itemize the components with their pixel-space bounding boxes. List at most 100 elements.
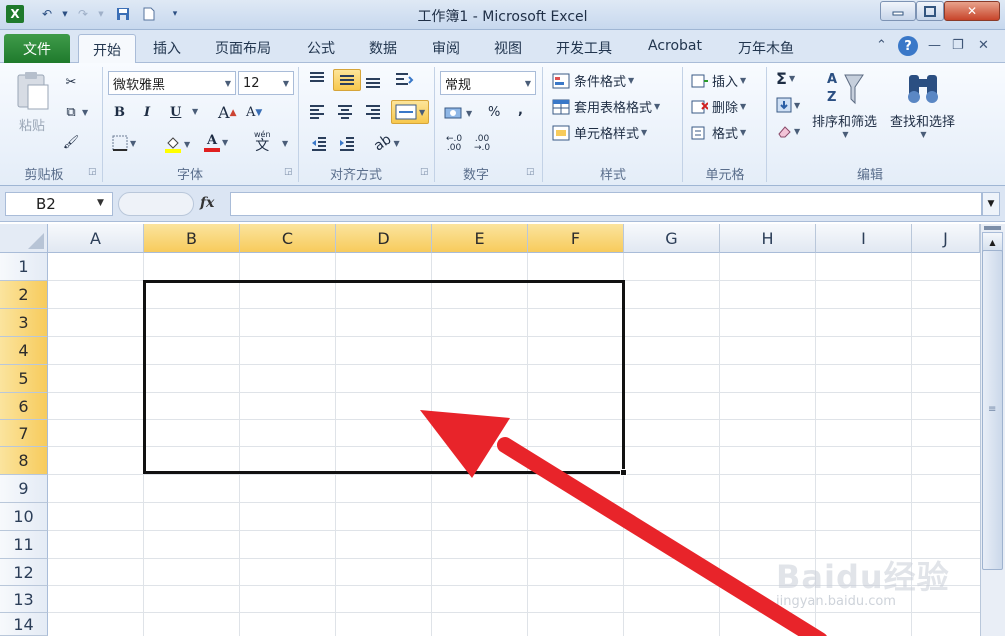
format-as-table-button[interactable]: 套用表格格式 ▼ (552, 97, 660, 116)
clipboard-launcher-icon[interactable]: ◲ (88, 167, 97, 177)
tab-view[interactable]: 视图 (494, 38, 522, 58)
copy-icon[interactable]: ⧉ ▼ (62, 103, 88, 121)
increase-indent-icon[interactable] (338, 135, 356, 151)
align-left-icon[interactable] (308, 103, 326, 119)
row-header-6[interactable]: 6 (0, 393, 48, 420)
percent-style-button[interactable]: % (488, 105, 500, 120)
column-header-c[interactable]: C (240, 224, 336, 253)
fill-handle[interactable] (620, 469, 627, 476)
insert-cells-button[interactable]: 插入 ▼ (690, 71, 746, 90)
row-header-13[interactable]: 13 (0, 586, 48, 613)
phonetic-dropdown-icon[interactable]: ▼ (280, 139, 288, 148)
tab-formulas[interactable]: 公式 (307, 38, 335, 58)
underline-button[interactable]: U (170, 105, 181, 120)
row-header-12[interactable]: 12 (0, 559, 48, 586)
underline-dropdown-icon[interactable]: ▼ (190, 107, 198, 116)
merge-center-button[interactable]: ▼ (391, 100, 430, 124)
phonetic-guide-button[interactable]: wén 文 (254, 131, 271, 154)
column-header-a[interactable]: A (48, 224, 144, 253)
tab-data[interactable]: 数据 (369, 38, 397, 58)
font-name-combo[interactable]: 微软雅黑 ▼ (108, 71, 236, 95)
row-header-11[interactable]: 11 (0, 531, 48, 559)
fill-color-button[interactable]: ▼ (164, 135, 190, 153)
row-header-10[interactable]: 10 (0, 503, 48, 531)
font-size-combo[interactable]: 12 ▼ (238, 71, 294, 95)
format-painter-icon[interactable]: 🖌 (62, 133, 80, 151)
font-color-button[interactable]: A ▼ (204, 133, 228, 152)
expand-formula-bar-icon[interactable]: ▼ (982, 192, 1000, 216)
row-header-14[interactable]: 14 (0, 613, 48, 636)
conditional-formatting-button[interactable]: 条件格式 ▼ (552, 71, 634, 90)
number-launcher-icon[interactable]: ◲ (526, 167, 535, 177)
comma-style-button[interactable]: , (518, 103, 523, 118)
column-header-i[interactable]: I (816, 224, 912, 253)
column-header-j[interactable]: J (912, 224, 980, 253)
tab-home[interactable]: 开始 (78, 34, 136, 64)
decrease-indent-icon[interactable] (310, 135, 328, 151)
align-middle-icon[interactable] (333, 69, 361, 91)
alignment-launcher-icon[interactable]: ◲ (420, 167, 429, 177)
align-top-icon[interactable] (308, 71, 326, 87)
grow-font-button[interactable]: A ▲ (218, 103, 236, 122)
fill-button[interactable]: ▼ (776, 97, 800, 113)
help-icon[interactable]: ? (898, 36, 918, 56)
insert-function-icon[interactable]: fx (200, 195, 214, 211)
doc-minimize-icon[interactable]: — (928, 38, 941, 53)
align-right-icon[interactable] (364, 103, 382, 119)
increase-decimal-icon[interactable]: ←.0.00 (446, 135, 462, 153)
column-header-h[interactable]: H (720, 224, 816, 253)
column-header-f[interactable]: F (528, 224, 624, 253)
accounting-format-button[interactable]: ▼ (444, 105, 472, 121)
tab-file[interactable]: 文件 (4, 34, 70, 63)
row-header-7[interactable]: 7 (0, 420, 48, 447)
tab-insert[interactable]: 插入 (153, 38, 181, 58)
row-header-4[interactable]: 4 (0, 337, 48, 365)
orientation-icon[interactable]: ab ▼ (371, 131, 400, 154)
column-header-d[interactable]: D (336, 224, 432, 253)
tab-review[interactable]: 审阅 (432, 38, 460, 58)
name-box-dropdown-icon[interactable]: ▼ (97, 198, 104, 208)
align-bottom-icon[interactable] (364, 73, 382, 89)
paste-button[interactable]: 粘贴 (14, 71, 50, 134)
text-orientation-icon[interactable] (394, 71, 414, 89)
bold-button[interactable]: B (114, 105, 125, 120)
find-select-button[interactable]: 查找和选择 ▼ (890, 69, 955, 139)
doc-close-icon[interactable]: ✕ (978, 38, 989, 53)
doc-restore-icon[interactable]: ❐ (952, 38, 964, 53)
row-header-9[interactable]: 9 (0, 475, 48, 503)
selected-range-b2-f8[interactable] (143, 280, 625, 474)
row-header-8[interactable]: 8 (0, 447, 48, 475)
borders-button[interactable]: ▼ (112, 135, 136, 151)
font-launcher-icon[interactable]: ◲ (284, 167, 293, 177)
row-header-2[interactable]: 2 (0, 281, 48, 309)
formula-input[interactable] (230, 192, 982, 216)
align-center-icon[interactable] (336, 103, 354, 119)
close-button[interactable]: ✕ (944, 1, 1000, 21)
tab-page-layout[interactable]: 页面布局 (215, 38, 271, 58)
column-header-e[interactable]: E (432, 224, 528, 253)
row-header-3[interactable]: 3 (0, 309, 48, 337)
cut-icon[interactable]: ✂ (62, 73, 80, 91)
delete-cells-button[interactable]: 删除 ▼ (690, 97, 746, 116)
column-header-g[interactable]: G (624, 224, 720, 253)
format-cells-button[interactable]: 格式 ▼ (690, 123, 746, 142)
tab-acrobat[interactable]: Acrobat (648, 38, 702, 54)
row-header-5[interactable]: 5 (0, 365, 48, 393)
split-box[interactable] (984, 226, 1001, 230)
shrink-font-button[interactable]: A ▼ (246, 105, 262, 120)
minimize-ribbon-icon[interactable]: ⌃ (876, 38, 887, 53)
scroll-up-icon[interactable]: ▲ (982, 232, 1003, 252)
number-format-combo[interactable]: 常规 ▼ (440, 71, 536, 95)
formula-bar-resize-handle[interactable] (118, 192, 194, 216)
column-header-b[interactable]: B (144, 224, 240, 253)
clear-button[interactable]: ▼ (776, 123, 800, 139)
tab-developer[interactable]: 开发工具 (556, 38, 612, 58)
italic-button[interactable]: I (144, 105, 150, 120)
tab-wannian-muyu[interactable]: 万年木鱼 (738, 38, 794, 58)
sort-filter-button[interactable]: AZ 排序和筛选 ▼ (812, 69, 877, 139)
minimize-button[interactable] (880, 1, 916, 21)
restore-button[interactable] (916, 1, 944, 21)
decrease-decimal-icon[interactable]: .00 →.0 (474, 135, 490, 153)
autosum-button[interactable]: Σ ▼ (776, 69, 795, 88)
row-header-1[interactable]: 1 (0, 253, 48, 281)
